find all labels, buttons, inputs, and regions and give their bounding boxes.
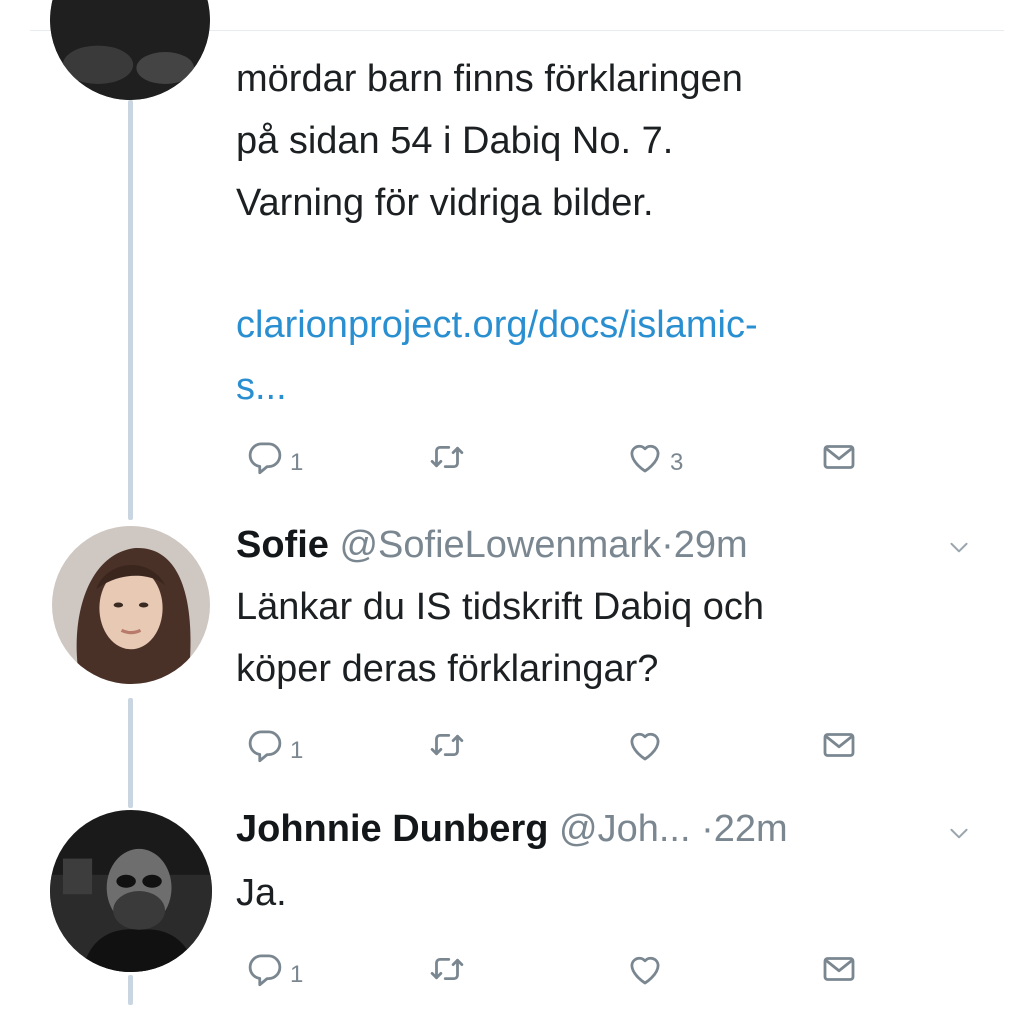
tweet-1-link[interactable]: clarionproject.org/docs/islamic- s... xyxy=(236,294,758,418)
thread-line-3 xyxy=(128,975,133,1005)
dm-button[interactable] xyxy=(818,726,860,770)
tweet-3-text: Ja. xyxy=(236,872,287,914)
heart-icon xyxy=(624,948,666,997)
reply-button[interactable]: 1 xyxy=(244,726,303,770)
tweet-2-menu-button[interactable] xyxy=(946,534,972,560)
reply-button[interactable]: 1 xyxy=(244,950,303,994)
tweet-3-header: Johnnie Dunberg @Joh... ·22m xyxy=(236,804,788,854)
reply-icon xyxy=(244,724,286,773)
tweet-2-actions: 1 xyxy=(236,726,876,776)
envelope-icon xyxy=(818,948,860,997)
thread-line-2 xyxy=(128,698,133,808)
chevron-down-icon xyxy=(950,542,968,553)
timestamp[interactable]: 22m xyxy=(714,808,788,850)
retweet-button[interactable] xyxy=(426,438,468,482)
author-name[interactable]: Sofie xyxy=(236,524,329,566)
tweet-1-text: mördar barn finns förklaringen på sidan … xyxy=(236,58,743,224)
like-button[interactable] xyxy=(624,726,666,770)
reply-icon xyxy=(244,948,286,997)
reply-button[interactable]: 1 xyxy=(244,438,303,482)
reply-count: 1 xyxy=(290,449,304,476)
like-count: 3 xyxy=(670,449,684,476)
heart-icon xyxy=(624,436,666,485)
reply-count: 1 xyxy=(290,961,304,988)
author-handle[interactable]: @SofieLowenmark xyxy=(339,524,661,566)
retweet-button[interactable] xyxy=(426,726,468,770)
like-button[interactable]: 3 xyxy=(624,438,683,482)
envelope-icon xyxy=(818,724,860,773)
thread-line-1 xyxy=(128,100,133,520)
envelope-icon xyxy=(818,436,860,485)
tweet-1-link-line-1[interactable]: clarionproject.org/docs/islamic- xyxy=(236,294,758,356)
like-button[interactable] xyxy=(624,950,666,994)
avatar-johnnie[interactable] xyxy=(50,810,212,972)
author-name[interactable]: Johnnie Dunberg xyxy=(236,808,548,850)
tweet-1-actions: 1 3 xyxy=(236,438,876,488)
tweet-2-header: Sofie @SofieLowenmark·29m xyxy=(236,520,748,570)
avatar-sofie[interactable] xyxy=(52,526,210,684)
author-handle[interactable]: @Joh... xyxy=(559,808,691,850)
dm-button[interactable] xyxy=(818,438,860,482)
retweet-icon xyxy=(426,948,468,997)
reply-count: 1 xyxy=(290,737,304,764)
retweet-button[interactable] xyxy=(426,950,468,994)
tweet-3-actions: 1 xyxy=(236,950,876,1000)
timestamp[interactable]: 29m xyxy=(674,524,748,566)
tweet-2-text: Länkar du IS tidskrift Dabiq och köper d… xyxy=(236,586,765,690)
separator-dot: · xyxy=(661,524,674,566)
dm-button[interactable] xyxy=(818,950,860,994)
tweet-1-link-line-2[interactable]: s... xyxy=(236,356,758,418)
avatar-tweet-1[interactable] xyxy=(50,0,210,100)
chevron-down-icon xyxy=(950,828,968,839)
reply-icon xyxy=(244,436,286,485)
heart-icon xyxy=(624,724,666,773)
separator-dot: · xyxy=(701,808,714,850)
retweet-icon xyxy=(426,724,468,773)
retweet-icon xyxy=(426,436,468,485)
tweet-3-menu-button[interactable] xyxy=(946,820,972,846)
